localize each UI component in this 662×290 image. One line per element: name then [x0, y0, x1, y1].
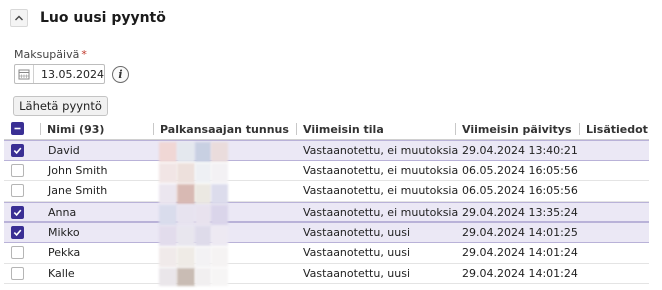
- column-header-employee-id[interactable]: Palkansaajan tunnus: [160, 118, 289, 140]
- redacted-cell: [211, 226, 228, 246]
- redacted-cell: [195, 184, 211, 204]
- panel-header: Luo uusi pyyntö: [10, 7, 166, 29]
- table-row[interactable]: Mikko Vastaanotettu, uusi 29.04.2024 14:01…: [4, 222, 649, 243]
- redacted-cell: [195, 268, 211, 286]
- cell-updated: 06.05.2024 16:05:56: [462, 184, 578, 198]
- redacted-cell: [159, 163, 177, 183]
- redacted-cell: [159, 142, 177, 162]
- column-separator: [455, 123, 456, 135]
- cell-name: Anna: [48, 205, 77, 219]
- redacted-cell: [211, 163, 228, 183]
- cell-status: Vastaanotettu, ei muutoksia: [303, 143, 459, 157]
- redacted-cell: [159, 184, 177, 204]
- cell-updated: 29.04.2024 14:01:24: [462, 266, 578, 280]
- checkmark-icon: [13, 209, 22, 216]
- redacted-cell: [195, 205, 211, 225]
- send-request-button[interactable]: Lähetä pyyntö: [13, 96, 108, 116]
- table-row[interactable]: Pekka Vastaanotettu, uusi 29.04.2024 14:01…: [4, 243, 649, 264]
- cell-status: Vastaanotettu, ei muutoksia: [303, 205, 459, 219]
- cell-status: Vastaanotettu, ei muutoksia: [303, 163, 459, 177]
- cell-updated: 29.04.2024 14:01:24: [462, 246, 578, 260]
- checkmark-icon: [13, 147, 22, 155]
- redacted-cell: [159, 226, 177, 246]
- cell-status: Vastaanotettu, uusi: [303, 266, 411, 280]
- column-header-updated[interactable]: Viimeisin päivitys: [462, 118, 572, 140]
- column-separator: [40, 123, 41, 135]
- redacted-cell: [177, 205, 195, 225]
- redacted-cell: [159, 268, 177, 286]
- payment-date-field[interactable]: 13.05.2024: [14, 64, 105, 84]
- column-separator: [153, 123, 154, 135]
- cell-updated: 29.04.2024 13:35:24: [462, 205, 578, 219]
- column-header-name[interactable]: Nimi (93): [47, 118, 104, 140]
- redacted-cell: [177, 268, 195, 286]
- table-row[interactable]: Anna Vastaanotettu, ei muutoksia 29.04.202…: [4, 201, 649, 223]
- cell-status: Vastaanotettu, ei muutoksia: [303, 184, 459, 198]
- recipients-table: Nimi (93) Palkansaajan tunnus Viimeisin …: [4, 118, 649, 285]
- redacted-cell: [177, 226, 195, 246]
- redacted-cell: [211, 205, 228, 225]
- redacted-cell: [195, 247, 211, 267]
- redacted-cell: [159, 205, 177, 225]
- redacted-cell: [211, 184, 228, 204]
- cell-status: Vastaanotettu, uusi: [303, 246, 411, 260]
- redacted-cell: [177, 247, 195, 267]
- column-separator: [296, 123, 297, 135]
- column-header-status[interactable]: Viimeisin tila: [303, 118, 384, 140]
- payment-date-value[interactable]: 13.05.2024: [34, 68, 104, 81]
- table-row[interactable]: John Smith Vastaanotettu, ei muutoksia 06.…: [4, 161, 649, 182]
- table-body: David Vastaanotettu, ei muutoksia 29.04.20…: [4, 140, 649, 285]
- cell-name: Pekka: [48, 246, 81, 260]
- cell-name: Kalle: [48, 266, 75, 280]
- cell-name: David: [48, 143, 80, 157]
- redacted-cell: [177, 184, 195, 204]
- redacted-cell: [159, 247, 177, 267]
- cell-name: Jane Smith: [48, 184, 108, 198]
- select-all-checkbox[interactable]: [11, 122, 24, 135]
- row-checkbox[interactable]: [11, 226, 24, 240]
- collapse-button[interactable]: [10, 9, 28, 27]
- table-row[interactable]: Kalle Vastaanotettu, uusi 29.04.2024 14:01…: [4, 264, 649, 285]
- redacted-cell: [211, 268, 228, 286]
- cell-updated: 06.05.2024 16:05:56: [462, 163, 578, 177]
- redacted-cell: [211, 247, 228, 267]
- cell-name: John Smith: [48, 163, 108, 177]
- chevron-up-icon: [15, 15, 23, 21]
- table-header: Nimi (93) Palkansaajan tunnus Viimeisin …: [4, 118, 649, 140]
- table-row[interactable]: David Vastaanotettu, ei muutoksia 29.04.20…: [4, 140, 649, 161]
- redacted-cell: [177, 142, 195, 162]
- row-checkbox[interactable]: [11, 205, 24, 219]
- required-mark: *: [81, 48, 87, 61]
- row-checkbox[interactable]: [11, 163, 24, 177]
- cell-updated: 29.04.2024 13:40:21: [462, 143, 578, 157]
- redacted-cell: [195, 163, 211, 183]
- redacted-employee-ids: [154, 142, 234, 286]
- row-checkbox[interactable]: [11, 184, 24, 198]
- payment-date-label: Maksupäivä *: [14, 48, 87, 61]
- panel-title: Luo uusi pyyntö: [40, 10, 166, 26]
- checkmark-icon: [13, 229, 22, 237]
- column-separator: [579, 123, 580, 135]
- row-checkbox[interactable]: [11, 245, 24, 259]
- calendar-icon[interactable]: [15, 65, 35, 83]
- table-row[interactable]: Jane Smith Vastaanotettu, ei muutoksia 06.…: [4, 181, 649, 202]
- column-header-info[interactable]: Lisätiedot: [586, 118, 648, 140]
- row-checkbox[interactable]: [11, 266, 24, 280]
- info-icon[interactable]: i: [112, 66, 129, 83]
- cell-status: Vastaanotettu, uusi: [303, 226, 411, 240]
- redacted-cell: [195, 142, 211, 162]
- redacted-cell: [195, 226, 211, 246]
- cell-name: Mikko: [48, 226, 80, 240]
- redacted-cell: [177, 163, 195, 183]
- redacted-cell: [211, 142, 228, 162]
- row-checkbox[interactable]: [11, 144, 24, 157]
- cell-updated: 29.04.2024 14:01:25: [462, 226, 578, 240]
